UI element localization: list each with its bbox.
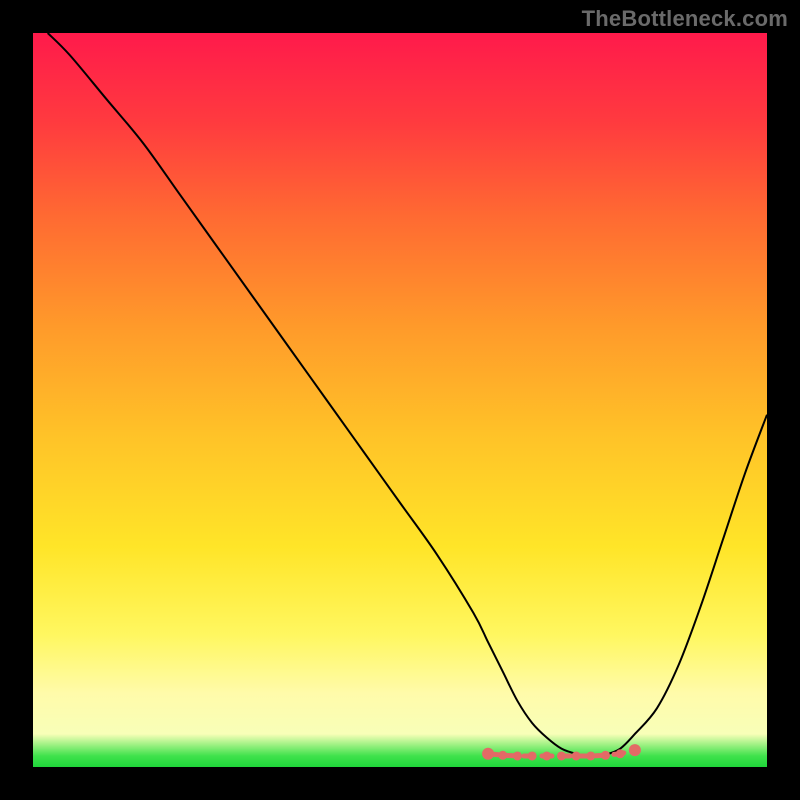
chart-svg [0, 0, 800, 800]
chart-frame: TheBottleneck.com [0, 0, 800, 800]
